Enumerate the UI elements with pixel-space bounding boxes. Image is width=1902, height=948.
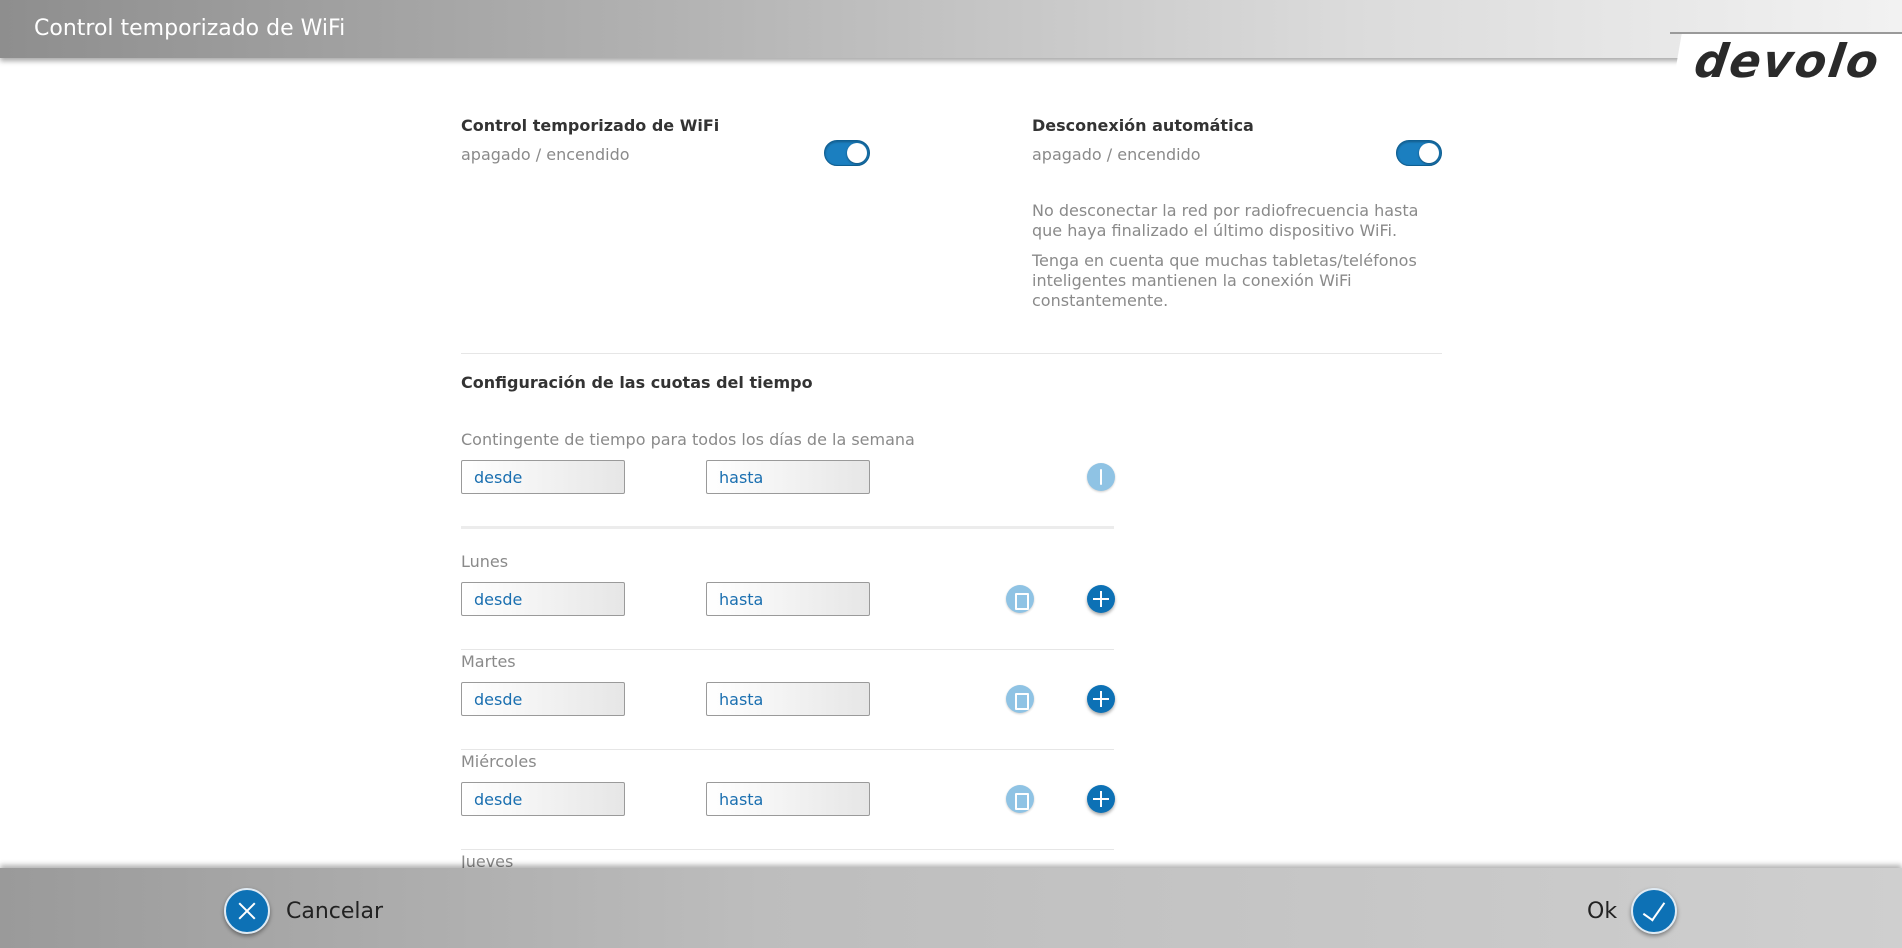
miercoles-add-icon[interactable] (1087, 785, 1115, 813)
day-divider (461, 649, 1114, 650)
all-days-label: Contingente de tiempo para todos los día… (461, 430, 915, 449)
lunes-from-input[interactable] (461, 582, 625, 616)
day-label-miercoles: Miércoles (461, 752, 537, 771)
miercoles-to-input[interactable] (706, 782, 870, 816)
martes-to-input[interactable] (706, 682, 870, 716)
wifi-timer-toggle-label: apagado / encendido (461, 145, 630, 164)
ok-button[interactable]: Ok (1587, 888, 1678, 934)
toggle-knob (847, 143, 867, 163)
check-icon (1631, 888, 1678, 934)
all-days-from-input[interactable] (461, 460, 625, 494)
wifi-timer-toggle[interactable] (824, 140, 870, 166)
header-bar: Control temporizado de WiFi (0, 0, 1902, 58)
auto-disconnect-toggle[interactable] (1396, 140, 1442, 166)
info-icon[interactable] (1087, 463, 1115, 491)
wifi-timer-title: Control temporizado de WiFi (461, 116, 720, 135)
quota-title: Configuración de las cuotas del tiempo (461, 373, 813, 392)
lunes-to-input[interactable] (706, 582, 870, 616)
all-days-to-input[interactable] (706, 460, 870, 494)
content-area: Control temporizado de WiFi apagado / en… (0, 58, 1902, 868)
auto-disconnect-title: Desconexión automática (1032, 116, 1254, 135)
auto-disconnect-toggle-label: apagado / encendido (1032, 145, 1201, 164)
cancel-button[interactable]: Cancelar (224, 888, 383, 934)
lunes-delete-icon[interactable] (1006, 585, 1034, 613)
toggle-knob (1419, 143, 1439, 163)
section-divider (461, 353, 1442, 354)
martes-from-input[interactable] (461, 682, 625, 716)
footer-bar: Cancelar Ok (0, 868, 1902, 948)
day-label-martes: Martes (461, 652, 516, 671)
auto-disconnect-desc-1: No desconectar la red por radiofrecuenci… (1032, 201, 1419, 240)
day-divider (461, 849, 1114, 850)
cancel-label: Cancelar (286, 898, 384, 924)
ok-label: Ok (1587, 898, 1618, 924)
auto-disconnect-desc-2: Tenga en cuenta que muchas tabletas/telé… (1032, 251, 1417, 310)
day-label-lunes: Lunes (461, 552, 509, 571)
martes-add-icon[interactable] (1087, 685, 1115, 713)
miercoles-delete-icon[interactable] (1006, 785, 1034, 813)
day-divider (461, 749, 1114, 750)
page-title: Control temporizado de WiFi (34, 16, 346, 41)
martes-delete-icon[interactable] (1006, 685, 1034, 713)
day-label-jueves: Jueves (461, 852, 514, 868)
all-days-divider (461, 526, 1114, 529)
miercoles-from-input[interactable] (461, 782, 625, 816)
lunes-add-icon[interactable] (1087, 585, 1115, 613)
x-icon (224, 888, 270, 934)
